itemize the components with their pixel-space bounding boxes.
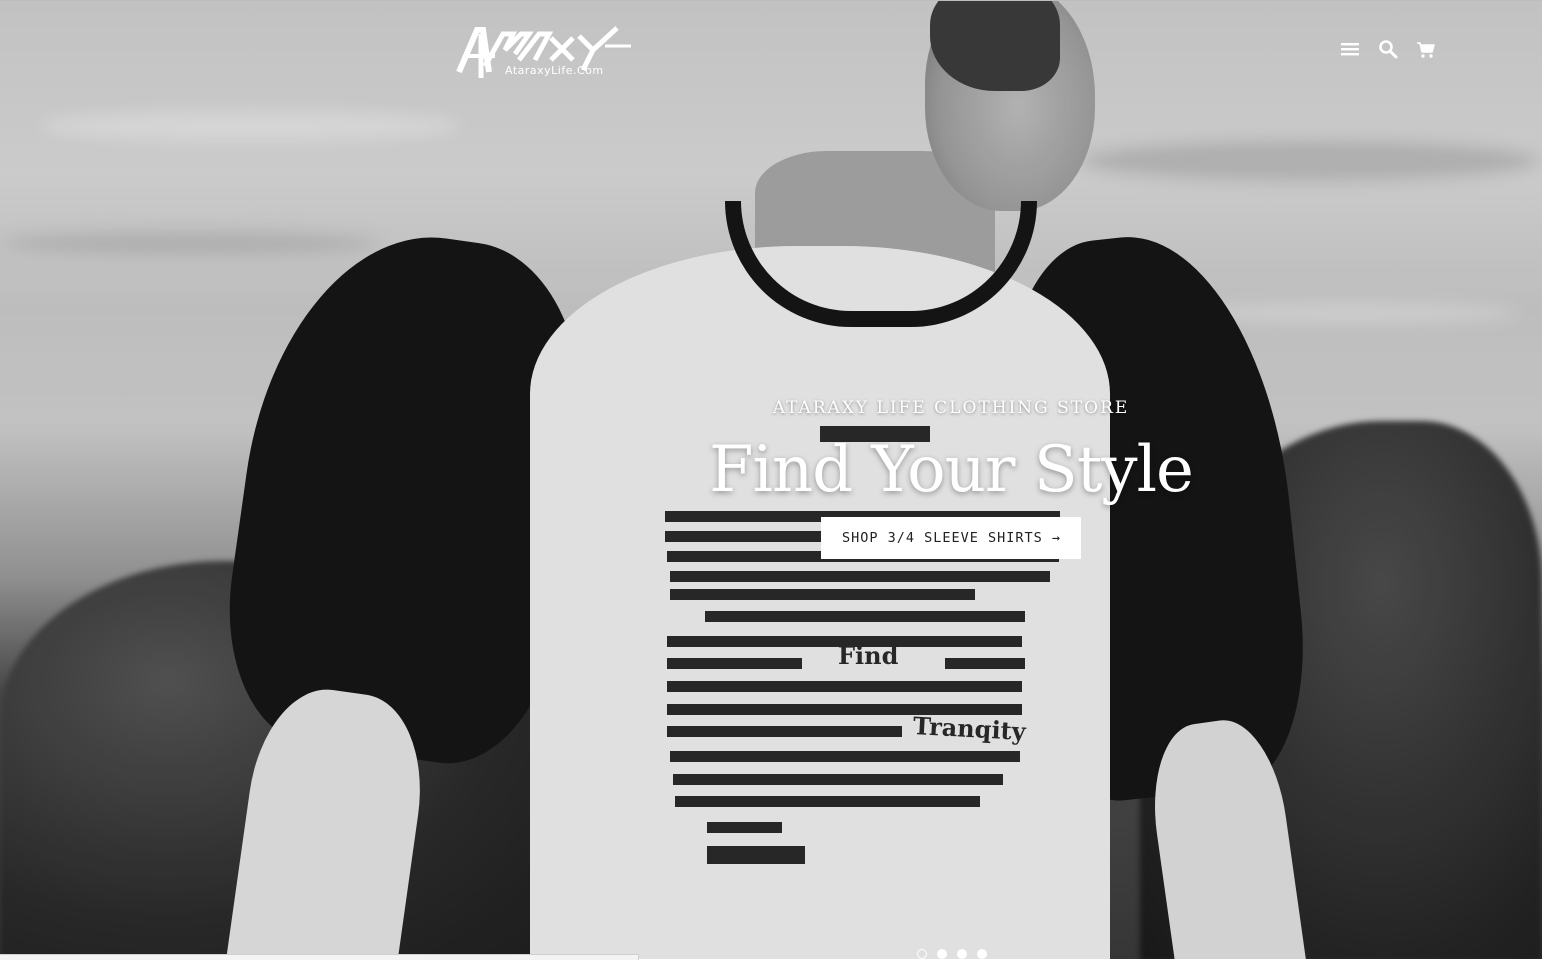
hero-kicker: ATARAXY LIFE CLOTHING STORE (772, 398, 1130, 418)
slide-dot-2[interactable] (937, 949, 947, 959)
site-header: AtaraxyLife.Com (0, 0, 1542, 100)
bottom-status-bar (0, 954, 639, 960)
slide-dot-1[interactable] (917, 949, 927, 959)
hero-caption: ATARAXY LIFE CLOTHING STORE Find Your St… (700, 393, 1202, 559)
slide-dot-4[interactable] (977, 949, 987, 959)
menu-icon[interactable] (1339, 38, 1361, 60)
cart-icon[interactable] (1415, 38, 1437, 60)
logo-subtext: AtaraxyLife.Com (505, 64, 604, 77)
hero-slideshow: Find Tranqity ATARAXY LIFE CLOTHING STOR… (0, 1, 1542, 959)
slideshow-pagination (914, 947, 994, 959)
shop-sleeve-shirts-button[interactable]: SHOP 3/4 SLEEVE SHIRTS → (820, 517, 1082, 559)
hero-headline: Find Your Style (709, 433, 1194, 507)
search-icon[interactable] (1377, 38, 1399, 60)
site-logo[interactable]: AtaraxyLife.Com (455, 20, 635, 82)
slide-dot-3[interactable] (957, 949, 967, 959)
